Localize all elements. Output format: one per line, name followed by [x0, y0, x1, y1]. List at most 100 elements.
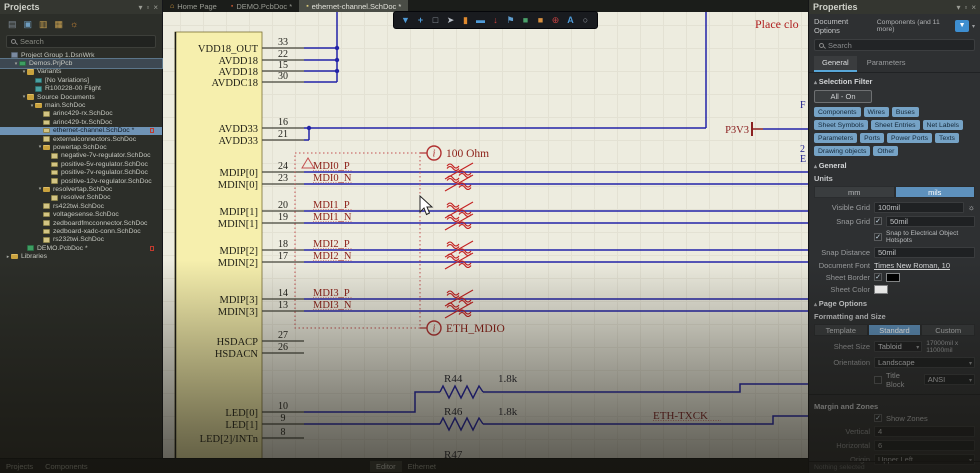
text-tool-icon[interactable]: A: [565, 15, 576, 25]
net-label-icon[interactable]: ⚑: [505, 15, 516, 26]
wire-tool-icon[interactable]: ▮: [460, 15, 471, 26]
tree-item-voltagesense[interactable]: voltagesense.SchDoc: [0, 210, 162, 218]
sheet-entry-icon[interactable]: ■: [535, 15, 546, 25]
resistor-designator[interactable]: R46: [444, 406, 463, 418]
snap-hotspots-checkbox[interactable]: ✓: [874, 232, 882, 241]
chevron-down-icon[interactable]: ▾: [138, 3, 142, 12]
move-icon[interactable]: +: [415, 15, 426, 25]
tree-item-zedboardfmcconnector[interactable]: zedboardfmcconnector.SchDoc: [0, 219, 162, 227]
general-section-header[interactable]: General: [809, 157, 980, 171]
tree-item-variants[interactable]: Variants: [0, 68, 162, 76]
settings-icon[interactable]: ☼: [70, 19, 78, 29]
chip-other[interactable]: Other: [873, 146, 899, 156]
chip-sheet-symbols[interactable]: Sheet Symbols: [814, 120, 868, 130]
tree-item-resolver[interactable]: resolver.SchDoc: [0, 194, 162, 202]
resistor-designator[interactable]: R47: [444, 449, 463, 458]
chip-sheet-entries[interactable]: Sheet Entries: [870, 120, 920, 130]
folders-icon[interactable]: ▦: [55, 19, 64, 30]
tree-item-libraries[interactable]: Libraries: [0, 252, 162, 260]
snap-grid-checkbox[interactable]: ✓: [874, 217, 882, 225]
show-zones-checkbox[interactable]: ✓: [874, 414, 882, 422]
tree-item-demo-pcbdoc[interactable]: DEMO.PcbDoc *: [0, 244, 162, 252]
tree-item-powertap[interactable]: powertap.SchDoc: [0, 143, 162, 151]
properties-search-input[interactable]: Search: [814, 39, 975, 51]
tree-item-positive-12v-regulator[interactable]: positive-12v-regulator.SchDoc: [0, 177, 162, 185]
resistor-value[interactable]: 1.8k: [498, 373, 518, 385]
sheet-color-swatch[interactable]: [874, 284, 888, 294]
tab-parameters[interactable]: Parameters: [859, 56, 914, 72]
cursor-icon[interactable]: ➤: [445, 15, 456, 26]
chip-parameters[interactable]: Parameters: [814, 133, 858, 143]
ethernet-sheet-tab[interactable]: Ethernet: [402, 461, 442, 472]
polygon-tool-icon[interactable]: ○: [580, 15, 591, 25]
tree-item-arinc429-tx[interactable]: arinc429-tx.SchDoc: [0, 118, 162, 126]
tree-item-resolvertap[interactable]: resolvertap.SchDoc: [0, 185, 162, 193]
vertical-input[interactable]: 4: [874, 425, 975, 437]
chip-texts[interactable]: Texts: [935, 133, 959, 143]
pin-icon[interactable]: ▫: [964, 3, 967, 12]
panel-tab-components[interactable]: Components: [39, 461, 94, 472]
open-folder-icon[interactable]: ▥: [39, 19, 48, 30]
horizontal-input[interactable]: 6: [874, 439, 975, 451]
page-options-header[interactable]: Page Options: [809, 295, 980, 309]
chip-wires[interactable]: Wires: [863, 107, 889, 117]
chevron-down-icon[interactable]: ▾: [956, 3, 960, 12]
tree-item-variant-flight[interactable]: R100228-00 Flight: [0, 85, 162, 93]
projects-search-input[interactable]: Search: [6, 35, 156, 48]
chip-buses[interactable]: Buses: [891, 107, 919, 117]
sheet-size-select[interactable]: Tabloid: [874, 341, 923, 353]
tree-item-project-group[interactable]: Project Group 1.DsnWrk: [0, 51, 162, 59]
resistor-value[interactable]: 1.8k: [498, 406, 518, 418]
power-port-icon[interactable]: ↓: [490, 15, 501, 25]
tree-item-source-documents[interactable]: Source Documents: [0, 93, 162, 101]
tree-item-positive-5v-regulator[interactable]: positive-5v-regulator.SchDoc: [0, 160, 162, 168]
tab-demo-pcbdoc[interactable]: ▪ DEMO.PcbDoc *: [224, 0, 299, 12]
close-icon[interactable]: ×: [971, 3, 976, 12]
net-label-eth-txck[interactable]: ETH-TXCK: [653, 410, 708, 422]
gear-icon[interactable]: ☼: [968, 203, 975, 212]
snap-grid-input[interactable]: 50mil: [886, 215, 975, 227]
list-view-icon[interactable]: ▤: [8, 19, 17, 30]
schematic-canvas[interactable]: R44 1.8k R46 1.8k R47 i 100 Ohm i ETH_MD…: [163, 12, 808, 458]
chip-power-ports[interactable]: Power Ports: [887, 133, 933, 143]
bus-tool-icon[interactable]: ▬: [475, 15, 486, 25]
save-icon[interactable]: ▣: [24, 19, 33, 30]
units-mm-button[interactable]: mm: [814, 186, 895, 198]
tree-item-zedboard-xadc-conn[interactable]: zedboard-xadc-conn.SchDoc: [0, 227, 162, 235]
tab-general[interactable]: General: [814, 56, 857, 72]
orientation-select[interactable]: Landscape: [874, 356, 975, 369]
tab-home-page[interactable]: ⌂ Home Page: [163, 0, 224, 12]
sheet-symbol-icon[interactable]: ■: [520, 15, 531, 25]
tab-ethernet-channel[interactable]: ▪ ethernet-channel.SchDoc *: [299, 0, 409, 12]
sheet-border-checkbox[interactable]: ✓: [874, 273, 882, 281]
format-standard-button[interactable]: Standard: [867, 324, 922, 336]
chip-drawing-objects[interactable]: Drawing objects: [814, 146, 871, 156]
visible-grid-input[interactable]: 100mil: [874, 201, 964, 213]
snap-distance-input[interactable]: 50mil: [874, 246, 975, 258]
mdio-directive[interactable]: i ETH_MDIO: [420, 320, 505, 336]
chip-net-labels[interactable]: Net Labels: [922, 120, 964, 130]
document-font-link[interactable]: Times New Roman, 10: [874, 261, 950, 270]
select-area-icon[interactable]: □: [430, 15, 441, 25]
tree-item-negative-7v-regulator[interactable]: negative-7v-regulator.SchDoc: [0, 152, 162, 160]
tree-item-project[interactable]: Demos.PrjPcb: [0, 58, 163, 69]
tree-item-externalconnectors[interactable]: externalconnectors.SchDoc: [0, 135, 162, 143]
title-block-select[interactable]: ANSI: [923, 374, 975, 386]
tree-item-main-schdoc[interactable]: main.SchDoc: [0, 101, 162, 109]
sheet-border-color-swatch[interactable]: [886, 272, 900, 282]
selection-filter-header[interactable]: Selection Filter: [809, 73, 980, 87]
tree-item-no-variations[interactable]: [No Variations]: [0, 76, 162, 84]
tree-item-positive-7v-regulator[interactable]: positive-7v-regulator.SchDoc: [0, 168, 162, 176]
all-on-button[interactable]: All - On: [814, 90, 872, 103]
tree-item-arinc429-rx[interactable]: arinc429-rx.SchDoc: [0, 110, 162, 118]
tree-item-ethernet-channel[interactable]: ethernet-channel.SchDoc *: [0, 126, 162, 135]
power-port-p3v3[interactable]: P3V3: [725, 122, 763, 136]
editor-tab[interactable]: Editor: [370, 460, 402, 472]
tree-item-rs232twi[interactable]: rs232twi.SchDoc: [0, 236, 162, 244]
tree-item-rs422twi[interactable]: rs422twi.SchDoc: [0, 202, 162, 210]
harness-icon[interactable]: ⊕: [550, 15, 561, 26]
resistor-R44[interactable]: [439, 385, 484, 399]
chip-components[interactable]: Components: [814, 107, 861, 117]
resistor-designator[interactable]: R44: [444, 373, 463, 385]
format-custom-button[interactable]: Custom: [921, 324, 976, 336]
